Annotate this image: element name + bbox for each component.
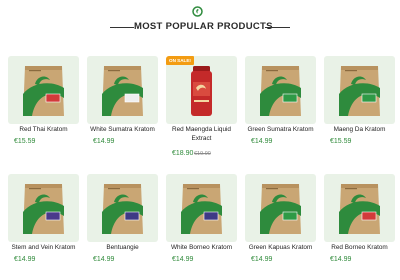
product-price: €14.99: [251, 138, 273, 145]
product-card[interactable]: Stem and Vein Kratom €14.99: [8, 174, 79, 277]
product-image[interactable]: [245, 174, 316, 242]
product-card[interactable]: White Sumatra Kratom €14.99: [87, 56, 158, 159]
kratom-pouch-icon: [339, 184, 380, 234]
sale-badge: ON SALE!: [166, 56, 194, 65]
product-card[interactable]: Red Borneo Kratom €14.99: [324, 174, 395, 277]
product-card[interactable]: ON SALE! Red Maengda Liquid Extract €18.…: [166, 56, 237, 159]
title-rule-left: [110, 27, 134, 28]
product-image[interactable]: [324, 56, 395, 124]
product-image[interactable]: [245, 56, 316, 124]
product-image[interactable]: [166, 174, 237, 242]
product-price: €14.99: [93, 138, 115, 145]
product-name[interactable]: Red Maengda Liquid Extract: [166, 126, 237, 143]
product-image[interactable]: [8, 174, 79, 242]
product-name[interactable]: Stem and Vein Kratom: [8, 244, 79, 253]
product-price: €18.90: [172, 150, 194, 157]
product-image[interactable]: [8, 56, 79, 124]
liquid-extract-bottle-icon: [191, 66, 212, 116]
kratom-pouch-icon: [260, 184, 301, 234]
product-price: €14.99: [93, 256, 115, 263]
section-title: MOST POPULAR PRODUCTS: [134, 21, 273, 32]
product-name[interactable]: Red Borneo Kratom: [324, 244, 395, 253]
product-name[interactable]: Green Kapuas Kratom: [245, 244, 316, 253]
kratom-pouch-icon: [260, 66, 301, 116]
kratom-pouch-icon: [23, 66, 64, 116]
product-price: €14.99: [330, 256, 352, 263]
kratom-pouch-icon: [181, 184, 222, 234]
product-image[interactable]: ON SALE!: [166, 56, 237, 124]
product-image[interactable]: [324, 174, 395, 242]
section-header: MOST POPULAR PRODUCTS: [0, 0, 400, 44]
product-name[interactable]: Maeng Da Kratom: [324, 126, 395, 135]
product-image[interactable]: [87, 174, 158, 242]
product-image[interactable]: [87, 56, 158, 124]
kratom-pouch-icon: [102, 66, 143, 116]
product-card[interactable]: Bentuangie €14.99: [87, 174, 158, 277]
title-rule-right: [265, 27, 290, 28]
product-name[interactable]: Bentuangie: [87, 244, 158, 253]
product-price: €15.59: [14, 138, 36, 145]
product-name[interactable]: Red Thai Kratom: [8, 126, 79, 135]
kratom-pouch-icon: [23, 184, 64, 234]
product-price: €14.99: [14, 256, 36, 263]
product-old-price: €19.90: [194, 151, 211, 157]
product-price: €14.99: [251, 256, 273, 263]
product-card[interactable]: Green Sumatra Kratom €14.99: [245, 56, 316, 159]
product-card[interactable]: White Borneo Kratom €14.99: [166, 174, 237, 277]
product-card[interactable]: Red Thai Kratom €15.59: [8, 56, 79, 159]
product-card[interactable]: Green Kapuas Kratom €14.99: [245, 174, 316, 277]
leaf-swirl-icon: [192, 6, 203, 17]
product-name[interactable]: Green Sumatra Kratom: [245, 126, 316, 135]
product-card[interactable]: Maeng Da Kratom €15.59: [324, 56, 395, 159]
kratom-pouch-icon: [339, 66, 380, 116]
product-price: €14.99: [172, 256, 194, 263]
product-price: €15.59: [330, 138, 352, 145]
kratom-pouch-icon: [102, 184, 143, 234]
product-name[interactable]: White Sumatra Kratom: [87, 126, 158, 135]
product-name[interactable]: White Borneo Kratom: [166, 244, 237, 253]
